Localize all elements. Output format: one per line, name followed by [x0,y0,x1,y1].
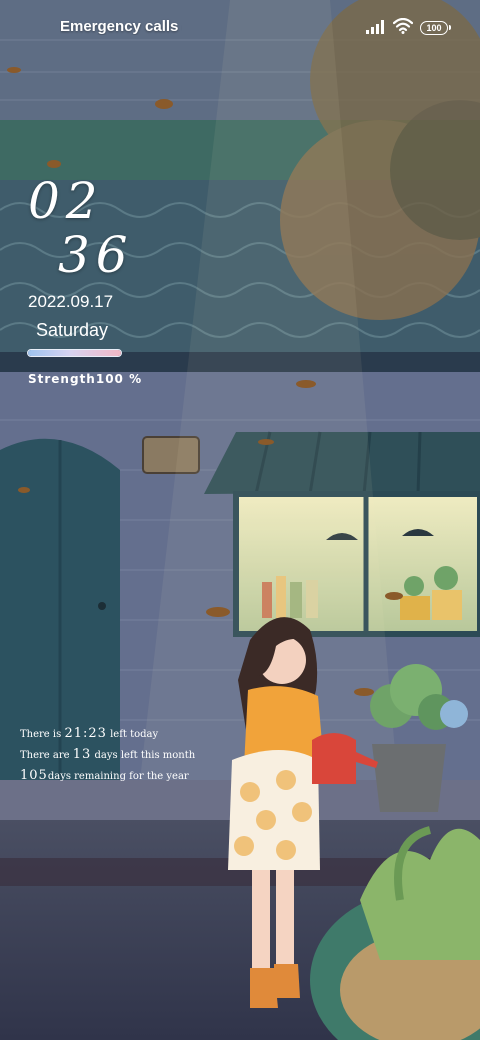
countdown-year: 105days remaining for the year [20,768,189,783]
countdown-today-value: 21:23 [64,726,107,741]
battery-level-text: 100 [426,23,442,33]
clock-minutes: 36 [58,226,134,284]
door-knob [98,602,106,610]
countdown-today-prefix: There is [20,729,62,740]
countdown-today-suffix: left today [110,729,159,740]
countdown-month-suffix: days left this month [94,750,196,761]
countdown-year-suffix: days remaining for the year [47,771,189,782]
countdown-month-value: 13 [72,747,92,762]
strength-progress-bar [27,349,122,357]
status-icons: 100 [366,17,451,38]
countdown-today: There is 21:23 left today [20,726,158,741]
countdown-month-prefix: There are [20,750,70,761]
watering-can [312,733,356,784]
signal-bars-icon [366,19,386,38]
status-bar: Emergency calls o 100 [0,0,480,56]
countdown-year-value: 105 [20,768,48,783]
wifi-icon [392,17,414,38]
date-text: 2022.09.17 [28,292,114,311]
strength-label: Strength100 % [28,372,143,386]
wallpaper-illustration [0,0,480,1040]
battery-icon: 100 [420,21,451,35]
weekday-text: Saturday [36,320,109,340]
clock-hours: 02 [28,172,104,230]
carrier-status-text: Emergency calls o [60,18,182,35]
countdown-month: There are 13 days left this month [20,747,195,762]
strength-progress-fill [28,350,121,356]
